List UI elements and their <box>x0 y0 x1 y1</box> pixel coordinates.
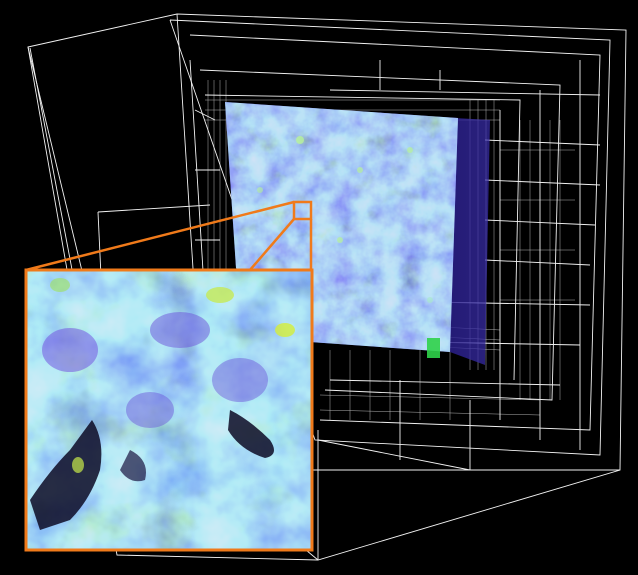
volume-render-viewport[interactable] <box>0 0 638 575</box>
zoom-inset <box>24 268 314 552</box>
volume-render-canvas <box>24 13 627 561</box>
